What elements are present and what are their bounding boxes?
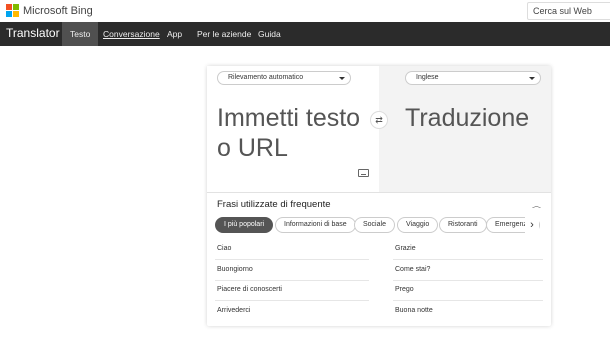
phrase-item[interactable]: Ciao xyxy=(217,245,231,252)
phrase-item[interactable]: Buongiorno xyxy=(217,266,253,273)
divider xyxy=(207,192,551,193)
translator-title: Translator xyxy=(6,26,60,40)
category-chip-viaggio[interactable]: Viaggio xyxy=(397,217,439,233)
microsoft-logo-icon xyxy=(6,4,19,17)
target-language-label: Inglese xyxy=(416,74,439,81)
tab-label: Testo xyxy=(70,29,91,39)
source-language-label: Rilevamento automatico xyxy=(228,74,304,81)
divider xyxy=(215,300,369,301)
tab-app[interactable]: App xyxy=(159,22,190,46)
bing-logo[interactable]: Microsoft Bing xyxy=(6,4,93,17)
phrase-item[interactable]: Come stai? xyxy=(395,266,430,273)
source-pane: Rilevamento automatico Immetti testo o U… xyxy=(207,66,379,192)
divider xyxy=(393,300,543,301)
chevron-up-icon[interactable]: ︿ xyxy=(532,202,541,210)
brand-name: Microsoft Bing xyxy=(23,4,93,17)
divider xyxy=(393,259,543,260)
phrases-heading: Frasi utilizzate di frequente xyxy=(217,199,331,210)
keyboard-icon[interactable] xyxy=(358,169,369,177)
phrase-item[interactable]: Grazie xyxy=(395,245,416,252)
category-chip-base[interactable]: Informazioni di base xyxy=(275,217,356,233)
category-chip-popolari[interactable]: I più popolari xyxy=(215,217,274,233)
phrase-item[interactable]: Buona notte xyxy=(395,307,433,314)
divider xyxy=(393,280,543,281)
divider xyxy=(215,259,369,260)
tab-conversazione[interactable]: Conversazione xyxy=(95,22,168,46)
target-pane: Inglese Traduzione xyxy=(379,66,551,192)
category-chip-ristoranti[interactable]: Ristoranti xyxy=(439,217,487,233)
translator-card: Rilevamento automatico Immetti testo o U… xyxy=(207,66,551,326)
tab-label: App xyxy=(167,29,183,39)
category-chip-sociale[interactable]: Sociale xyxy=(354,217,395,233)
tab-testo[interactable]: Testo xyxy=(62,22,99,46)
tab-label: Per le aziende xyxy=(197,29,252,39)
phrase-item[interactable]: Piacere di conoscerti xyxy=(217,286,282,293)
target-language-select[interactable]: Inglese xyxy=(405,71,541,85)
phrase-item[interactable]: Prego xyxy=(395,286,414,293)
chevron-down-icon xyxy=(529,77,535,80)
tab-label: Conversazione xyxy=(103,29,160,39)
tab-per-le-aziende[interactable]: Per le aziende xyxy=(189,22,259,46)
bing-header: Microsoft Bing Cerca sul Web xyxy=(0,0,610,22)
chevron-down-icon xyxy=(339,77,345,80)
tab-guida[interactable]: Guida xyxy=(250,22,289,46)
source-text-input[interactable]: Immetti testo o URL xyxy=(217,103,367,163)
source-language-select[interactable]: Rilevamento automatico xyxy=(217,71,351,85)
web-search-input[interactable]: Cerca sul Web xyxy=(527,2,610,20)
divider xyxy=(215,280,369,281)
phrase-item[interactable]: Arrivederci xyxy=(217,307,250,314)
translation-output: Traduzione xyxy=(405,104,530,132)
translator-nav: Translator Testo Conversazione App Per l… xyxy=(0,22,610,46)
tab-label: Guida xyxy=(258,29,281,39)
swap-languages-icon[interactable]: ⇄ xyxy=(370,111,388,129)
chevron-right-icon[interactable]: › xyxy=(525,217,539,233)
